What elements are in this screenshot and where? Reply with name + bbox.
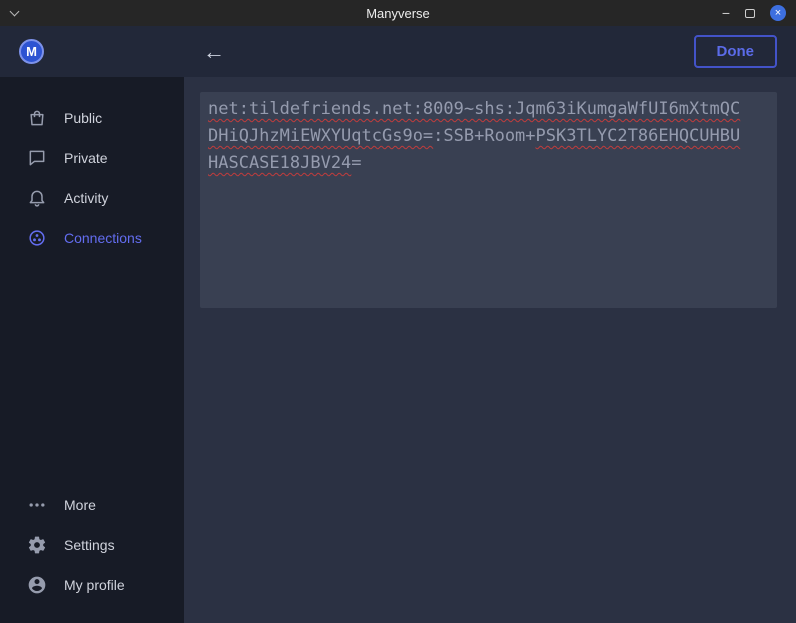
window-menu-button[interactable] xyxy=(10,8,20,18)
restore-button[interactable] xyxy=(745,9,755,18)
sidebar: Public Private Activity xyxy=(0,77,184,623)
profile-icon xyxy=(27,575,47,595)
address-line: DHiQJhzMiEWXYUqtcGs9o=:SSB+Room+PSK3TLYC… xyxy=(208,123,769,150)
sidebar-item-more[interactable]: More xyxy=(0,485,184,525)
window-controls: − × xyxy=(722,5,786,21)
titlebar: Manyverse − × xyxy=(0,0,796,26)
sidebar-item-label: Connections xyxy=(64,230,142,246)
sidebar-item-label: My profile xyxy=(64,577,125,593)
sidebar-item-private[interactable]: Private xyxy=(0,138,184,178)
content-area: Public Private Activity xyxy=(0,77,796,623)
sidebar-item-connections[interactable]: Connections xyxy=(0,218,184,258)
gear-icon xyxy=(27,535,47,555)
bag-icon xyxy=(27,108,47,128)
address-line: HASCASE18JBV24= xyxy=(208,150,769,177)
sidebar-item-label: Private xyxy=(64,150,108,166)
sidebar-item-label: Activity xyxy=(64,190,108,206)
sidebar-bottom-group: More Settings My profile xyxy=(0,485,184,605)
main-panel: net:tildefriends.net:8009~shs:Jqm63iKumg… xyxy=(184,77,796,623)
window-title: Manyverse xyxy=(0,6,796,21)
minimize-button[interactable]: − xyxy=(722,6,730,20)
close-button[interactable]: × xyxy=(770,5,786,21)
sidebar-top-group: Public Private Activity xyxy=(0,98,184,258)
sidebar-item-activity[interactable]: Activity xyxy=(0,178,184,218)
logo-letter: M xyxy=(26,44,37,59)
address-line: net:tildefriends.net:8009~shs:Jqm63iKumg… xyxy=(208,96,769,123)
server-address-input[interactable]: net:tildefriends.net:8009~shs:Jqm63iKumg… xyxy=(200,92,777,308)
message-icon xyxy=(27,148,47,168)
dots-icon xyxy=(27,495,47,515)
manyverse-logo: M xyxy=(19,39,44,64)
done-button[interactable]: Done xyxy=(694,35,778,68)
sidebar-item-label: More xyxy=(64,497,96,513)
manyverse-window: Manyverse − × M ← Done Public xyxy=(0,0,796,623)
sidebar-item-label: Settings xyxy=(64,537,115,553)
back-button[interactable]: ← xyxy=(203,41,225,63)
app-header: M ← Done xyxy=(0,26,796,77)
sidebar-item-my-profile[interactable]: My profile xyxy=(0,565,184,605)
sidebar-item-label: Public xyxy=(64,110,102,126)
swarm-icon xyxy=(27,228,47,248)
sidebar-item-settings[interactable]: Settings xyxy=(0,525,184,565)
bell-icon xyxy=(27,188,47,208)
sidebar-item-public[interactable]: Public xyxy=(0,98,184,138)
